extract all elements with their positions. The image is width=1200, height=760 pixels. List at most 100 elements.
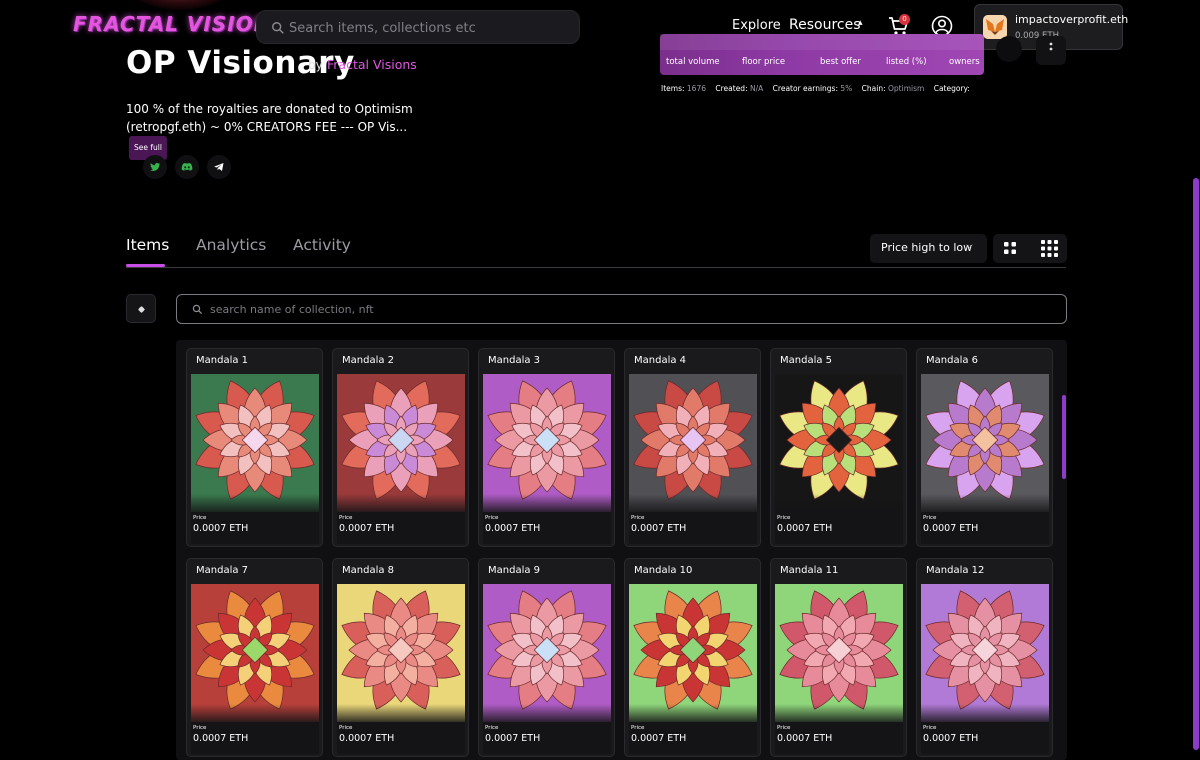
earnings-label: Creator earnings: bbox=[772, 84, 838, 93]
collection-meta: Items: 1676 Created: N/A Creator earning… bbox=[661, 84, 970, 93]
collection-stats-panel: total volume floor price best offer list… bbox=[660, 34, 984, 75]
chevron-up-icon[interactable]: ▴ bbox=[858, 18, 863, 28]
chevron-down-icon: ⌵ bbox=[966, 241, 973, 251]
nft-price: 0.0007 ETH bbox=[923, 523, 979, 534]
nft-price: 0.0007 ETH bbox=[339, 733, 395, 744]
tab-activity[interactable]: Activity bbox=[293, 236, 351, 254]
wallet-name: impactoverprofit.eth bbox=[1015, 13, 1129, 26]
nft-name: Mandala 2 bbox=[342, 355, 395, 366]
price-label: Price bbox=[631, 515, 645, 521]
earnings-value: 5% bbox=[840, 84, 853, 93]
price-label: Price bbox=[485, 515, 499, 521]
nft-name: Mandala 4 bbox=[634, 355, 687, 366]
nav-resources-menu[interactable]: Resources bbox=[789, 17, 861, 33]
nft-card[interactable]: Mandala 1 Price 0.0007 ETH bbox=[186, 348, 323, 547]
telegram-icon bbox=[214, 163, 224, 171]
discord-link[interactable] bbox=[175, 155, 199, 179]
metamask-fox-icon bbox=[983, 15, 1007, 39]
nft-card[interactable]: Mandala 7 Price 0.0007 ETH bbox=[186, 558, 323, 757]
nft-image-shade bbox=[775, 704, 903, 754]
price-label: Price bbox=[193, 515, 207, 521]
nft-image-shade bbox=[629, 704, 757, 754]
nft-card[interactable]: Mandala 10 Price 0.0007 ETH bbox=[624, 558, 761, 757]
price-label: Price bbox=[777, 515, 791, 521]
nft-name: Mandala 5 bbox=[780, 355, 833, 366]
nft-card[interactable]: Mandala 8 Price 0.0007 ETH bbox=[332, 558, 469, 757]
nft-image-shade bbox=[775, 494, 903, 544]
cart-count-badge: 0 bbox=[899, 14, 910, 25]
nft-card[interactable]: Mandala 11 Price 0.0007 ETH bbox=[770, 558, 907, 757]
nft-image[interactable] bbox=[191, 374, 319, 512]
more-options-icon[interactable] bbox=[1036, 36, 1066, 65]
nft-image[interactable] bbox=[483, 584, 611, 722]
nft-image[interactable] bbox=[775, 374, 903, 512]
nft-price: 0.0007 ETH bbox=[777, 733, 833, 744]
share-icon[interactable] bbox=[996, 36, 1022, 62]
nft-image[interactable] bbox=[629, 374, 757, 512]
filter-icon bbox=[137, 305, 146, 314]
nft-image[interactable] bbox=[775, 584, 903, 722]
nft-name: Mandala 6 bbox=[926, 355, 979, 366]
global-search[interactable] bbox=[256, 10, 580, 44]
creator-link[interactable]: Fractal Visions bbox=[327, 57, 417, 72]
sort-dropdown[interactable]: Price high to low ⌵ bbox=[870, 234, 987, 263]
nft-name: Mandala 9 bbox=[488, 565, 541, 576]
discord-icon bbox=[181, 163, 193, 171]
nav-explore-link[interactable]: Explore bbox=[732, 18, 781, 33]
tab-analytics[interactable]: Analytics bbox=[196, 236, 266, 254]
item-search[interactable] bbox=[176, 294, 1067, 324]
nft-card[interactable]: Mandala 2 Price 0.0007 ETH bbox=[332, 348, 469, 547]
created-label: Created: bbox=[715, 84, 748, 93]
nft-price: 0.0007 ETH bbox=[339, 523, 395, 534]
nft-image[interactable] bbox=[337, 374, 465, 512]
item-search-input[interactable] bbox=[208, 300, 1028, 318]
filter-toggle-button[interactable] bbox=[126, 294, 156, 323]
nft-image[interactable] bbox=[191, 584, 319, 722]
nft-price: 0.0007 ETH bbox=[193, 733, 249, 744]
nft-card[interactable]: Mandala 4 Price 0.0007 ETH bbox=[624, 348, 761, 547]
nft-image[interactable] bbox=[483, 374, 611, 512]
stat-listed-label: listed (%) bbox=[886, 57, 927, 67]
nft-card[interactable]: Mandala 9 Price 0.0007 ETH bbox=[478, 558, 615, 757]
nft-image-shade bbox=[191, 704, 319, 754]
brand-logo[interactable]: FRACTAL VISIONS bbox=[73, 12, 287, 36]
nft-name: Mandala 12 bbox=[926, 565, 985, 576]
nft-image[interactable] bbox=[337, 584, 465, 722]
nft-card[interactable]: Mandala 6 Price 0.0007 ETH bbox=[916, 348, 1053, 547]
price-label: Price bbox=[339, 725, 353, 731]
nft-image[interactable] bbox=[921, 584, 1049, 722]
nft-card[interactable]: Mandala 12 Price 0.0007 ETH bbox=[916, 558, 1053, 757]
stat-floor-price-label: floor price bbox=[742, 57, 786, 67]
global-search-input[interactable] bbox=[287, 17, 567, 39]
nft-name: Mandala 1 bbox=[196, 355, 249, 366]
twitter-link[interactable] bbox=[143, 155, 167, 179]
nft-card[interactable]: Mandala 5 Price 0.0007 ETH bbox=[770, 348, 907, 547]
nft-image-shade bbox=[921, 704, 1049, 754]
nft-price: 0.0007 ETH bbox=[485, 733, 541, 744]
chain-label: Chain: bbox=[861, 84, 886, 93]
nft-image-shade bbox=[337, 494, 465, 544]
tabs-divider bbox=[126, 267, 1066, 268]
grid-scrollbar[interactable] bbox=[1062, 395, 1066, 479]
items-grid: Mandala 1 Price 0.0007 ETH Mandala 2 Price 0.… bbox=[176, 340, 1067, 760]
telegram-link[interactable] bbox=[207, 155, 231, 179]
stat-total-volume-label: total volume bbox=[666, 57, 720, 67]
grid-small-view-icon[interactable] bbox=[1004, 242, 1016, 254]
stat-owners-label: owners bbox=[949, 57, 980, 67]
search-icon bbox=[272, 22, 284, 34]
nft-image[interactable] bbox=[921, 374, 1049, 512]
nft-image-shade bbox=[483, 494, 611, 544]
nft-card[interactable]: Mandala 3 Price 0.0007 ETH bbox=[478, 348, 615, 547]
nft-name: Mandala 7 bbox=[196, 565, 249, 576]
price-label: Price bbox=[485, 725, 499, 731]
grid-large-view-icon[interactable] bbox=[1041, 240, 1058, 257]
price-label: Price bbox=[339, 515, 353, 521]
tab-items[interactable]: Items bbox=[126, 236, 169, 254]
nft-image[interactable] bbox=[629, 584, 757, 722]
page-scrollbar[interactable] bbox=[1193, 178, 1199, 750]
nft-price: 0.0007 ETH bbox=[485, 523, 541, 534]
price-label: Price bbox=[777, 725, 791, 731]
nft-image-shade bbox=[483, 704, 611, 754]
search-icon bbox=[192, 304, 203, 315]
twitter-icon bbox=[150, 162, 161, 171]
